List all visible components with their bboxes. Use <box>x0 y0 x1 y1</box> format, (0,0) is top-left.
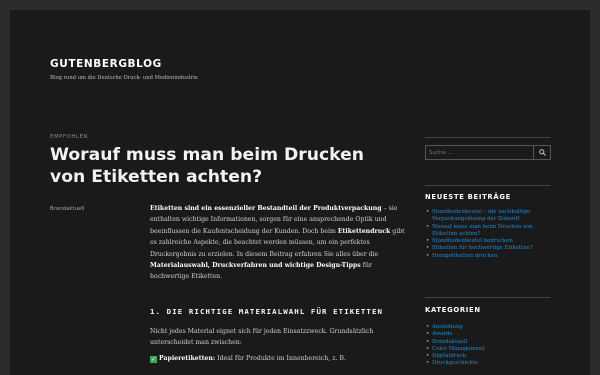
search-form <box>425 145 551 160</box>
post-intro: Etiketten sind ein essenzieller Bestandt… <box>150 203 405 283</box>
recent-posts-list: Standbodenbeutel – die nachhaltige Verpa… <box>425 209 550 260</box>
post-title: Worauf muss man beim Drucken von Etikett… <box>50 145 365 187</box>
search-icon <box>538 149 546 156</box>
intro-bold-1: Etiketten sind ein essenzieller Bestandt… <box>150 205 382 212</box>
intro-bold-3: Materialauswahl, Druckverfahren und wich… <box>150 262 361 270</box>
site-description: Blog rund um die Deutsche Druck- und Med… <box>50 75 198 81</box>
sidebar-divider <box>425 185 550 186</box>
category-link[interactable]: Brandaktuell <box>425 339 550 347</box>
post-meta-category-link[interactable]: Brandaktuell <box>50 206 84 212</box>
bullet-bold: Papieretiketten: <box>159 355 216 362</box>
category-link[interactable]: Druckgeschichte <box>425 360 550 368</box>
site-title[interactable]: GUTENBERGBLOG <box>50 58 162 70</box>
category-link[interactable]: Digitaldruck <box>425 353 550 361</box>
sidebar-divider <box>425 137 550 138</box>
checkmark-icon: ✓ <box>150 356 157 363</box>
bullet-item: ✓ Papieretiketten: Ideal für Produkte im … <box>150 355 405 363</box>
category-link[interactable]: Ausbildung <box>425 324 550 332</box>
category-link[interactable]: Color Management <box>425 346 550 354</box>
bullet-text: Ideal für Produkte im Innenbereich, z. B… <box>215 355 346 362</box>
post-category-label: EMPFOHLEN <box>50 134 88 140</box>
recent-post-link[interactable]: Honigetiketten drucken <box>425 253 550 261</box>
intro-bold-2: Etikettendruck <box>337 227 391 235</box>
intro-paragraph: Etiketten sind ein essenzieller Bestandt… <box>150 203 405 283</box>
page-frame: GUTENBERGBLOG Blog rund um die Deutsche … <box>10 10 590 375</box>
recent-post-link[interactable]: Etiketten für hochwertige Etiketten? <box>425 245 550 253</box>
search-button[interactable] <box>533 146 550 159</box>
section-heading: 1. DIE RICHTIGE MATERIALWAHL FÜR ETIKETT… <box>150 307 384 316</box>
sidebar-divider <box>425 297 550 298</box>
section-paragraph: Nicht jedes Material eignet sich für jed… <box>150 328 374 347</box>
categories-title: KATEGORIEN <box>425 306 481 314</box>
recent-post-link[interactable]: Worauf muss man beim Drucken von Etikett… <box>425 224 550 239</box>
categories-list: Ausbildung Awards Brandaktuell Color Man… <box>425 324 550 368</box>
recent-posts-title: NEUESTE BEITRÄGE <box>425 193 511 201</box>
category-link[interactable]: Awards <box>425 331 550 339</box>
recent-post-link[interactable]: Standbodenbeutel bedrucken <box>425 238 550 246</box>
recent-post-link[interactable]: Standbodenbeutel – die nachhaltige Verpa… <box>425 209 550 224</box>
search-input[interactable] <box>426 146 530 159</box>
